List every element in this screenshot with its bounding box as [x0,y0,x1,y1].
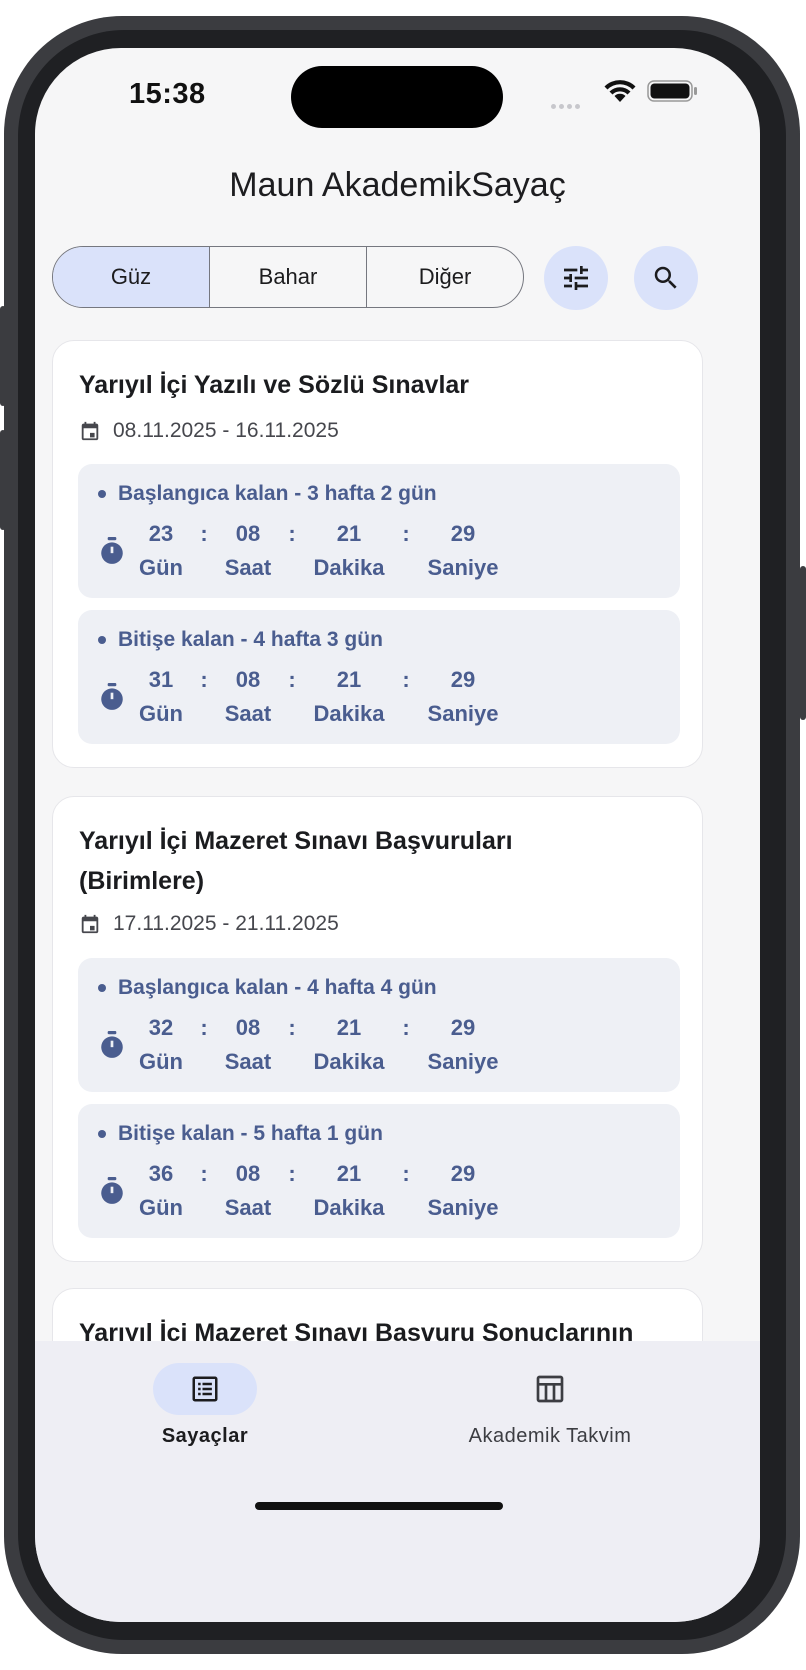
countdown-hours: 08 [235,1015,261,1040]
unit-minutes: Dakika [313,701,385,726]
countdown-days: 23 [148,521,174,546]
tune-icon [564,266,588,290]
countdown-separator: : [402,1161,410,1186]
status-bar: 15:38 [35,48,760,148]
countdown-days: 36 [148,1161,174,1186]
countdown-separator: : [288,1015,296,1040]
unit-hours: Saat [224,1049,272,1074]
power-button [800,566,806,720]
tab-guz[interactable]: Güz [53,247,210,307]
countdown-separator: : [288,1161,296,1186]
nav-pill-active [153,1363,257,1415]
event-card[interactable]: Yarıyıl İçi Mazeret Sınavı Başvuruları (… [52,796,703,1262]
calendar-icon [81,421,99,441]
wifi-icon [604,80,636,102]
countdown-seconds: 29 [450,1015,476,1040]
event-date-text: 08.11.2025 - 16.11.2025 [113,419,339,442]
unit-days: Gün [139,701,183,726]
calendar-icon [81,914,99,934]
countdown-label: Bitişe kalan - 4 hafta 3 gün [98,628,383,652]
unit-days: Gün [139,555,183,580]
unit-seconds: Saniye [427,701,499,726]
unit-hours: Saat [224,701,272,726]
event-card[interactable]: Yarıyıl İçi Yazılı ve Sözlü Sınavlar 08.… [52,340,703,768]
end-countdown: Bitişe kalan - 5 hafta 1 gün 36 : 08 : 2… [78,1104,680,1238]
unit-seconds: Saniye [427,555,499,580]
countdown-separator: : [288,667,296,692]
countdown-days: 32 [148,1015,174,1040]
countdown-label: Başlangıca kalan - 3 hafta 2 gün [98,482,437,506]
countdown-minutes: 21 [336,1161,362,1186]
event-date-range: 08.11.2025 - 16.11.2025 [79,419,339,443]
dynamic-island [291,66,503,128]
home-indicator [255,1502,503,1510]
app-screen: 15:38 Maun AkademikSayaç Güz Bahar Diğer [35,48,760,1622]
unit-seconds: Saniye [427,1049,499,1074]
countdown-separator: : [402,667,410,692]
unit-hours: Saat [224,555,272,580]
unit-minutes: Dakika [313,555,385,580]
countdown-seconds: 29 [450,521,476,546]
countdown-label: Başlangıca kalan - 4 hafta 4 gün [98,976,437,1000]
search-button[interactable] [634,246,698,310]
countdown-separator: : [402,521,410,546]
end-countdown: Bitişe kalan - 4 hafta 3 gün 31 : 08 : 2… [78,610,680,744]
nav-pill [498,1363,602,1415]
list-icon [192,1376,218,1402]
countdown-hours: 08 [235,521,261,546]
start-countdown: Başlangıca kalan - 4 hafta 4 gün 32 : 08… [78,958,680,1092]
countdown-seconds: 29 [450,1161,476,1186]
countdown-separator: : [402,1015,410,1040]
countdown-label: Bitişe kalan - 5 hafta 1 gün [98,1122,383,1146]
search-icon [654,266,677,289]
app-title: Maun AkademikSayaç [229,166,566,204]
bottom-navigation: Sayaçlar Akademik Takvim [35,1341,760,1622]
countdown-minutes: 21 [336,667,362,692]
tab-diger[interactable]: Diğer [367,247,523,307]
event-title: Yarıyıl İçi Yazılı ve Sözlü Sınavlar [79,371,470,399]
unit-days: Gün [139,1195,183,1220]
event-date-range: 17.11.2025 - 21.11.2025 [79,912,339,936]
unit-days: Gün [139,1049,183,1074]
nav-sayaclar[interactable]: Sayaçlar [55,1363,355,1448]
countdown-minutes: 21 [336,521,362,546]
unit-hours: Saat [224,1195,272,1220]
nav-akademik-takvim[interactable]: Akademik Takvim [400,1363,700,1448]
nav-label-akademik-takvim: Akademik Takvim [468,1425,632,1447]
filter-button[interactable] [544,246,608,310]
countdown-seconds: 29 [450,667,476,692]
unit-seconds: Saniye [427,1195,499,1220]
countdown-hours: 08 [235,667,261,692]
event-title: Yarıyıl İçi Mazeret Sınavı Başvuruları (… [79,827,513,895]
nav-label-sayaclar: Sayaçlar [161,1425,249,1447]
battery-icon [647,80,697,102]
start-countdown: Başlangıca kalan - 3 hafta 2 gün 23 : 08… [78,464,680,598]
countdown-days: 31 [148,667,174,692]
event-date-text: 17.11.2025 - 21.11.2025 [113,912,339,935]
status-time: 15:38 [129,78,206,110]
table-icon [536,1375,564,1403]
countdown-hours: 08 [235,1161,261,1186]
countdown-separator: : [288,521,296,546]
unit-minutes: Dakika [313,1195,385,1220]
tab-bahar[interactable]: Bahar [210,247,367,307]
countdown-minutes: 21 [336,1015,362,1040]
cellular-signal-icon [551,96,591,109]
semester-segmented-control: Güz Bahar Diğer [52,246,524,308]
unit-minutes: Dakika [313,1049,385,1074]
